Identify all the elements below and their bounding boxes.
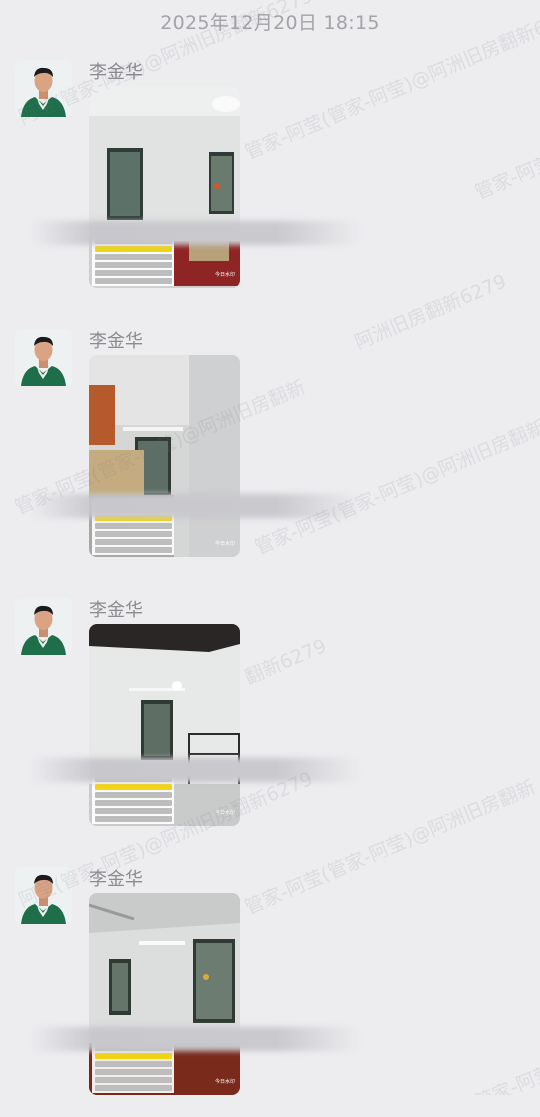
image-message[interactable]: 今日水印 [89,355,240,557]
blur-overlay [30,221,360,245]
image-message[interactable]: 今日水印 [89,624,240,826]
blur-overlay [30,1027,360,1051]
image-message[interactable]: 今日水印 [89,86,240,288]
photo-badge: 今日水印 [214,1079,235,1085]
photo-badge: 今日水印 [214,272,235,278]
photo-badge: 今日水印 [214,810,235,816]
avatar[interactable] [15,598,72,655]
photo-badge: 今日水印 [214,541,235,547]
blur-overlay [30,494,360,518]
person-avatar-icon [15,60,72,117]
image-message[interactable]: 今日水印 [89,893,240,1095]
sender-name: 李金华 [89,62,143,83]
chat-message: 李金华 今日水印 [0,598,540,848]
chat-message: 李金华 今日水印 [0,60,540,310]
chat-message: 李金华 今日水印 [0,329,540,579]
sender-name: 李金华 [89,600,143,621]
chat-message: 李金华 今日水印 [0,867,540,1117]
avatar[interactable] [15,329,72,386]
person-avatar-icon [15,867,72,924]
person-avatar-icon [15,598,72,655]
sender-name: 李金华 [89,331,143,352]
blur-overlay [30,758,360,782]
person-avatar-icon [15,329,72,386]
sender-name: 李金华 [89,869,143,890]
message-timestamp: 2025年12月20日 18:15 [160,12,380,34]
avatar[interactable] [15,60,72,117]
avatar[interactable] [15,867,72,924]
